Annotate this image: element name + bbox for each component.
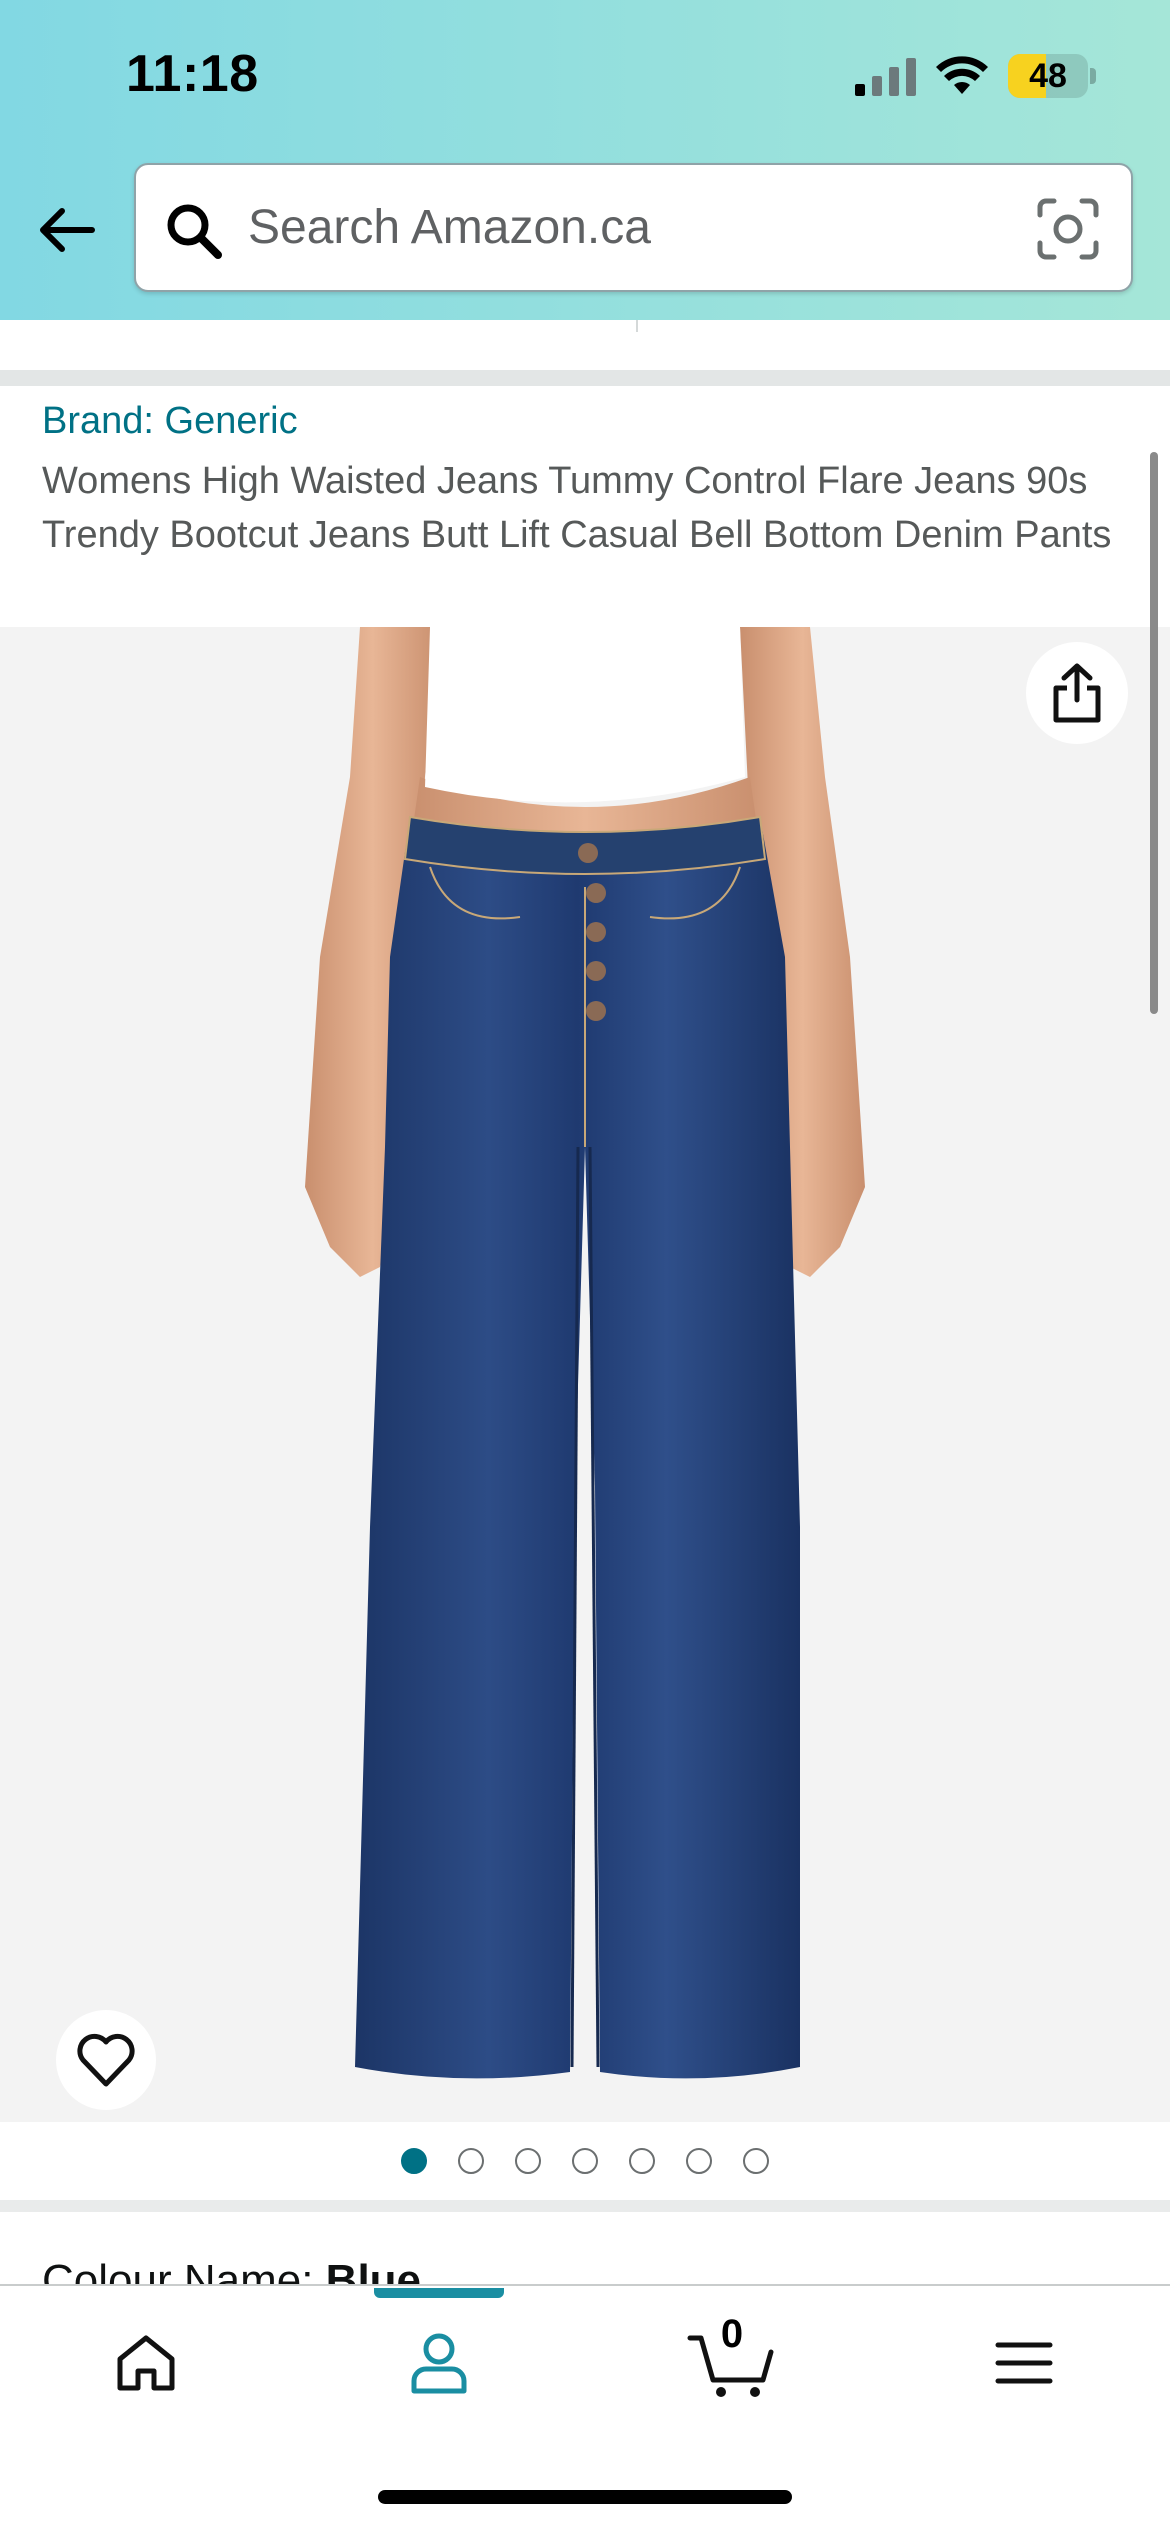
search-input[interactable] <box>248 165 1028 290</box>
status-time: 11:18 <box>126 45 259 103</box>
cart-count: 0 <box>720 2312 744 2356</box>
brand-link[interactable]: Brand: Generic <box>42 400 298 443</box>
nav-account[interactable] <box>379 2318 499 2408</box>
search-bar[interactable] <box>134 163 1133 292</box>
active-tab-indicator <box>374 2288 504 2298</box>
cellular-signal-icon <box>855 58 916 96</box>
heart-icon <box>77 2033 135 2087</box>
jeans-photo <box>0 627 1170 2122</box>
product-image[interactable] <box>0 627 1170 2122</box>
carousel-dot[interactable] <box>572 2148 598 2174</box>
nav-cart[interactable]: 0 <box>672 2312 792 2408</box>
image-carousel-dots[interactable] <box>0 2140 1170 2182</box>
battery-icon: 48 <box>1008 54 1088 98</box>
page-scrollbar[interactable] <box>1150 452 1158 1014</box>
section-gap <box>0 2200 1170 2212</box>
nav-home[interactable] <box>86 2318 206 2408</box>
product-title: Womens High Waisted Jeans Tummy Control … <box>42 460 1112 556</box>
carousel-dot[interactable] <box>401 2148 427 2174</box>
carousel-dot[interactable] <box>629 2148 655 2174</box>
share-button[interactable] <box>1026 642 1128 744</box>
carousel-strip <box>0 320 1170 370</box>
carousel-dot[interactable] <box>686 2148 712 2174</box>
camera-search-icon[interactable] <box>1036 197 1100 261</box>
search-icon <box>167 204 222 259</box>
menu-icon <box>995 2342 1053 2384</box>
nav-menu[interactable] <box>964 2318 1084 2408</box>
home-indicator[interactable] <box>378 2490 792 2504</box>
wishlist-button[interactable] <box>56 2010 156 2110</box>
carousel-dot[interactable] <box>743 2148 769 2174</box>
wifi-icon <box>936 56 988 94</box>
account-icon <box>411 2333 467 2394</box>
back-button[interactable] <box>30 196 102 264</box>
section-divider <box>0 370 1170 386</box>
home-icon <box>117 2335 175 2391</box>
carousel-dot[interactable] <box>515 2148 541 2174</box>
strip-divider <box>636 320 638 332</box>
battery-nub <box>1090 68 1096 84</box>
carousel-dot[interactable] <box>458 2148 484 2174</box>
battery-percent: 48 <box>1029 57 1067 95</box>
share-icon <box>1053 663 1101 723</box>
arrow-left-icon <box>40 208 95 252</box>
